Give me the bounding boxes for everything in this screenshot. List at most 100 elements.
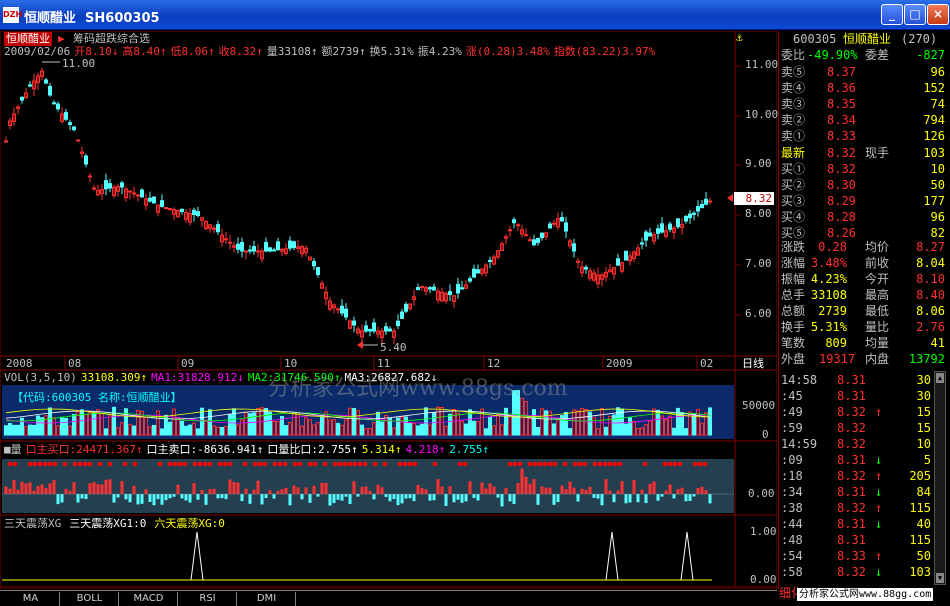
tick-scrollbar[interactable]: ▲ ▼ xyxy=(934,371,946,585)
ask-row-2[interactable]: 卖③ 8.35 74 xyxy=(779,96,947,112)
flow-buy-bar xyxy=(232,482,236,494)
scroll-up-icon[interactable]: ▲ xyxy=(936,373,944,383)
signal-dot xyxy=(577,461,583,467)
date-tick-7: 02 xyxy=(700,357,714,370)
flow-buy-bar xyxy=(280,489,284,494)
period-label[interactable]: 日线 xyxy=(742,357,764,370)
signal-dot xyxy=(607,461,613,467)
candle-body xyxy=(148,197,152,202)
ask-row-4[interactable]: 卖① 8.33 126 xyxy=(779,128,947,144)
flow-buy-bar xyxy=(368,490,372,494)
tick-price: 8.32 xyxy=(837,469,866,483)
flow-sell-bar xyxy=(460,494,464,503)
volume-bar xyxy=(432,412,436,436)
scroll-down-icon[interactable]: ▼ xyxy=(936,573,944,583)
tab-dmi[interactable]: DMI xyxy=(238,592,296,606)
oscillator-header: 三天震荡XG 三天震荡XG1:0 六天震荡XG:0 xyxy=(4,517,233,530)
flow-buy-bar xyxy=(64,488,68,494)
flow-sell-bar xyxy=(76,494,80,503)
tick-time: :45 xyxy=(781,389,803,403)
flow-sell-bar xyxy=(496,494,500,498)
flow-buy-bar xyxy=(32,490,36,494)
volume-axis-top: 50000 xyxy=(742,399,776,412)
flow-buy-bar xyxy=(520,468,524,494)
volume-bar xyxy=(568,428,572,436)
flow-item-6: 2.755↑ xyxy=(449,443,489,456)
signal-dot xyxy=(382,461,388,467)
flow-buy-bar xyxy=(52,479,56,494)
ask-row-0[interactable]: 卖⑤ 8.37 96 xyxy=(779,64,947,80)
signal-dot xyxy=(37,461,43,467)
close-button[interactable]: × xyxy=(927,4,949,25)
flow-buy-bar xyxy=(24,483,28,494)
volume-bar xyxy=(680,411,684,436)
anchor-icon[interactable]: ⚓ xyxy=(736,31,743,44)
flow-buy-bar xyxy=(4,486,8,494)
candle-body xyxy=(224,238,228,241)
flow-sell-bar xyxy=(152,494,156,506)
kline-chart[interactable] xyxy=(0,31,777,589)
volume-bar xyxy=(188,424,192,436)
tab-ma[interactable]: MA xyxy=(2,592,60,606)
oscillator-spike-1 xyxy=(605,531,619,581)
candle-body xyxy=(316,267,320,276)
signal-dot xyxy=(177,461,183,467)
weicha-label: 委差 xyxy=(865,48,890,62)
volume-bar xyxy=(60,416,64,436)
flow-buy-bar xyxy=(480,482,484,494)
title-bar: DZH 恒顺醋业 SH600305 _ □ × xyxy=(0,0,950,30)
tick-direction-icon: ↑ xyxy=(875,405,883,419)
flow-buy-bar xyxy=(580,488,584,494)
stat-value-2: 2.76 xyxy=(916,320,945,334)
volume-bar xyxy=(4,425,8,436)
flow-sell-bar xyxy=(136,494,140,505)
signal-dot xyxy=(62,461,68,467)
flow-sell-bar xyxy=(264,494,268,499)
flow-buy-bar xyxy=(244,488,248,494)
ask-row-3[interactable]: 卖② 8.34 794 xyxy=(779,112,947,128)
quote-header: 600305 恒顺醋业 (270) xyxy=(779,31,947,47)
flow-buy-bar xyxy=(664,490,668,494)
stat-value: 4.23% xyxy=(810,272,847,286)
tick-row-8: :38 8.32 ↑ 115 xyxy=(779,500,931,516)
ask-row-1[interactable]: 卖④ 8.36 152 xyxy=(779,80,947,96)
candle-body xyxy=(340,305,344,314)
tab-macd[interactable]: MACD xyxy=(120,592,178,606)
bid-row-0[interactable]: 买① 8.32 10 xyxy=(779,161,947,177)
candle-body xyxy=(420,286,424,289)
signal-dot xyxy=(87,461,93,467)
info-item-6: 额2739↑ xyxy=(321,45,366,58)
chart-area[interactable]: 恒顺醋业 ▶ 筹码超跌综合选 ⚓ 2009/02/06 开8.10↓ 高8.40↑ 低… xyxy=(0,31,778,589)
bid-volume: 177 xyxy=(923,194,945,208)
stat-value-2: 41 xyxy=(930,336,945,350)
tab-rsi[interactable]: RSI xyxy=(179,592,237,606)
candle-body xyxy=(72,126,76,131)
bid-row-2[interactable]: 买③ 8.29 177 xyxy=(779,193,947,209)
indicator-name[interactable]: 筹码超跌综合选 xyxy=(73,32,150,45)
volume-bar xyxy=(12,424,16,436)
volume-bar xyxy=(420,423,424,436)
flow-buy-bar xyxy=(324,482,328,494)
date-tick-1: 08 xyxy=(68,357,82,370)
candle-body xyxy=(388,328,392,332)
tab-boll[interactable]: BOLL xyxy=(61,592,119,606)
tick-time: 14:58 xyxy=(781,373,818,387)
signal-dot xyxy=(277,461,283,467)
tick-time: :18 xyxy=(781,469,803,483)
volume-bar xyxy=(684,428,688,436)
signal-dot xyxy=(677,461,683,467)
info-item-5: 量33108↑ xyxy=(266,45,318,58)
maximize-button[interactable]: □ xyxy=(904,4,926,25)
candle-body xyxy=(516,224,520,227)
minimize-button[interactable]: _ xyxy=(881,4,903,25)
quote-code: 600305 xyxy=(793,32,837,46)
flow-sell-bar xyxy=(500,494,504,507)
stat-label-2: 最高 xyxy=(865,288,890,302)
candle-body xyxy=(372,322,376,332)
flow-sell-bar xyxy=(708,494,712,504)
bid-row-3[interactable]: 买④ 8.28 96 xyxy=(779,209,947,225)
volume-bar xyxy=(16,424,20,436)
bid-row-1[interactable]: 买② 8.30 50 xyxy=(779,177,947,193)
flow-sell-bar xyxy=(224,494,228,500)
flow-sell-bar xyxy=(56,494,60,505)
